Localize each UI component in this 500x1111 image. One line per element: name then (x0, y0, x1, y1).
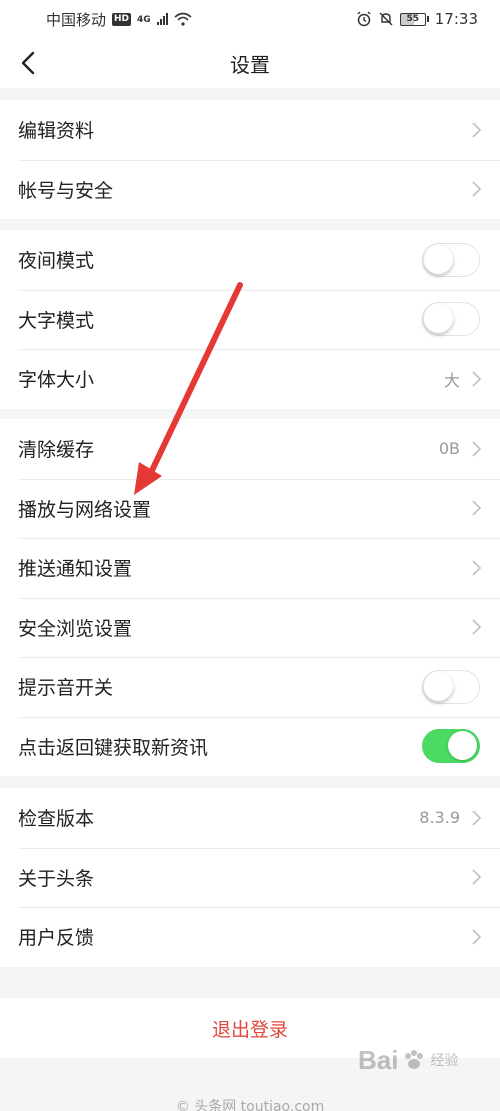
row-label: 帐号与安全 (18, 179, 114, 202)
row-label: 提示音开关 (18, 677, 114, 700)
chevron-right-icon (470, 559, 482, 577)
row-edit-profile[interactable]: 编辑资料 (0, 100, 500, 160)
row-about[interactable]: 关于头条 (0, 847, 500, 908)
carrier-label: 中国移动 (46, 10, 107, 29)
font-size-value: 大 (443, 370, 460, 390)
row-night-mode: 夜间模式 (0, 230, 500, 290)
battery-level: 55 (399, 12, 426, 26)
row-label: 播放与网络设置 (18, 498, 152, 521)
back-refresh-toggle[interactable] (422, 729, 480, 764)
settings-group-about: 检查版本 8.3.9 关于头条 用户反馈 (0, 788, 500, 967)
chevron-left-icon (21, 51, 35, 75)
night-mode-toggle[interactable] (422, 242, 480, 277)
row-label: 大字模式 (18, 309, 95, 332)
hd-badge: HD (112, 12, 132, 26)
row-account-security[interactable]: 帐号与安全 (0, 159, 500, 220)
baidu-watermark: Bai 经验 (358, 1030, 488, 1090)
chevron-right-icon (470, 868, 482, 886)
signal-icon (156, 13, 168, 25)
row-label: 编辑资料 (18, 120, 95, 143)
row-clear-cache[interactable]: 清除缓存 0B (0, 419, 500, 479)
alarm-icon (357, 11, 371, 27)
chevron-right-icon (470, 180, 482, 198)
row-safe-browsing[interactable]: 安全浏览设置 (0, 597, 500, 658)
wifi-icon (174, 12, 192, 26)
row-large-text-mode: 大字模式 (0, 289, 500, 350)
chevron-right-icon (470, 370, 482, 388)
settings-group-general: 清除缓存 0B 播放与网络设置 推送通知设置 安全浏览设置 提示音开关 点击返回… (0, 419, 500, 776)
chevron-right-icon (470, 121, 482, 139)
row-sound-switch: 提示音开关 (0, 657, 500, 717)
footer-copyright: © 头条网 toutiao.com (175, 1099, 325, 1111)
network-label: 4G (137, 14, 151, 25)
back-button[interactable] (14, 48, 42, 78)
status-bar: 中国移动 HD 4G 55 17:33 (0, 0, 500, 38)
chevron-right-icon (470, 499, 482, 517)
sound-toggle[interactable] (422, 669, 480, 704)
chevron-right-icon (470, 928, 482, 946)
mute-bell-icon (379, 12, 393, 26)
chevron-right-icon (470, 809, 482, 827)
large-text-toggle[interactable] (422, 302, 480, 337)
row-font-size[interactable]: 字体大小 大 (0, 349, 500, 409)
row-label: 关于头条 (18, 867, 95, 890)
row-label: 用户反馈 (18, 927, 95, 950)
clock: 17:33 (434, 10, 478, 28)
page-title: 设置 (230, 52, 270, 77)
logout-label: 退出登录 (211, 1018, 288, 1041)
navigation-bar: 设置 (0, 38, 500, 88)
row-label: 推送通知设置 (18, 558, 133, 581)
row-label: 夜间模式 (18, 250, 95, 273)
row-label: 安全浏览设置 (18, 617, 133, 640)
row-label: 检查版本 (18, 808, 95, 831)
paw-icon (405, 1050, 424, 1069)
settings-group-display: 夜间模式 大字模式 字体大小 大 (0, 230, 500, 409)
row-back-refresh: 点击返回键获取新资讯 (0, 716, 500, 777)
row-playback-network[interactable]: 播放与网络设置 (0, 478, 500, 539)
watermark-subtext: 经验 (430, 1053, 459, 1069)
row-push-notification[interactable]: 推送通知设置 (0, 538, 500, 598)
row-label: 点击返回键获取新资讯 (18, 736, 209, 759)
row-label: 字体大小 (18, 369, 95, 392)
row-check-version[interactable]: 检查版本 8.3.9 (0, 788, 500, 848)
battery-icon: 55 (399, 12, 429, 26)
settings-group-account: 编辑资料 帐号与安全 (0, 100, 500, 219)
chevron-right-icon (470, 618, 482, 636)
row-feedback[interactable]: 用户反馈 (0, 907, 500, 967)
chevron-right-icon (470, 440, 482, 458)
version-value: 8.3.9 (419, 808, 460, 828)
watermark-text: Bai (358, 1044, 399, 1075)
cache-size-value: 0B (438, 439, 460, 459)
row-label: 清除缓存 (18, 439, 95, 462)
